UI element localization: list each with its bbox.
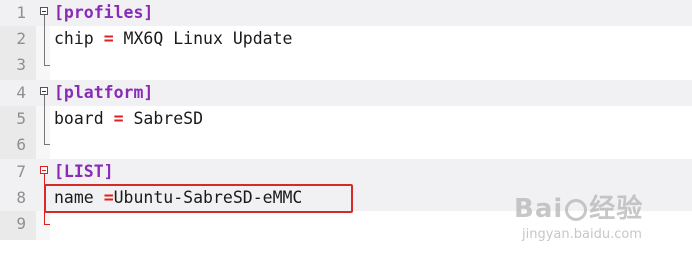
line-number: 2 xyxy=(16,29,26,48)
equals-operator: = xyxy=(113,109,124,128)
fold-guide-end xyxy=(44,65,50,66)
line-number: 9 xyxy=(16,214,26,233)
line-text: chip = MX6Q Linux Update xyxy=(54,26,292,52)
config-key: chip xyxy=(54,29,94,48)
equals-operator: = xyxy=(103,29,114,48)
section-header: [profiles] xyxy=(54,3,154,22)
config-value: SabreSD xyxy=(123,109,204,128)
fold-guide-end xyxy=(44,224,50,225)
line-number: 5 xyxy=(16,109,26,128)
line-text: [platform] xyxy=(54,80,153,106)
config-key: board xyxy=(54,109,104,128)
section-header: [LIST] xyxy=(54,162,114,181)
watermark-logo-suffix: 经验 xyxy=(589,194,644,224)
section-header: [platform] xyxy=(54,83,154,102)
highlight-annotation xyxy=(44,184,353,213)
line-text: board = SabreSD xyxy=(54,106,203,132)
watermark-logo: Bai 经验 xyxy=(514,188,674,225)
fold-guide xyxy=(44,15,45,65)
code-line[interactable]: 3 xyxy=(0,52,692,78)
fold-toggle-icon[interactable] xyxy=(40,166,48,174)
line-text: [LIST] xyxy=(54,159,114,185)
fold-guide-end xyxy=(44,144,50,145)
code-line[interactable]: 6 xyxy=(0,132,692,158)
line-number: 7 xyxy=(16,162,26,181)
line-number: 1 xyxy=(16,3,26,22)
code-line[interactable]: 7 [LIST] xyxy=(0,159,692,185)
line-number: 3 xyxy=(16,55,26,74)
paw-icon xyxy=(565,198,588,221)
line-number: 4 xyxy=(16,83,26,102)
fold-toggle-icon[interactable] xyxy=(40,87,48,95)
fold-guide xyxy=(44,95,45,144)
line-number: 6 xyxy=(16,135,26,154)
watermark-url: jingyan.baidu.com xyxy=(522,227,642,242)
line-number: 8 xyxy=(16,188,26,207)
code-line[interactable]: 2 chip = MX6Q Linux Update xyxy=(0,26,692,52)
fold-toggle-icon[interactable] xyxy=(40,7,48,15)
code-line[interactable]: 5 board = SabreSD xyxy=(0,106,692,132)
code-editor[interactable]: 1 [profiles] 2 chip = MX6Q Linux Update … xyxy=(0,0,692,257)
code-line[interactable]: 1 [profiles] xyxy=(0,0,692,26)
watermark-logo-text: Bai xyxy=(514,194,564,224)
line-text: [profiles] xyxy=(54,0,153,26)
code-line[interactable]: 4 [platform] xyxy=(0,80,692,106)
baidu-watermark: Bai 经验 jingyan.baidu.com xyxy=(514,188,674,248)
config-value: MX6Q Linux Update xyxy=(113,29,293,48)
